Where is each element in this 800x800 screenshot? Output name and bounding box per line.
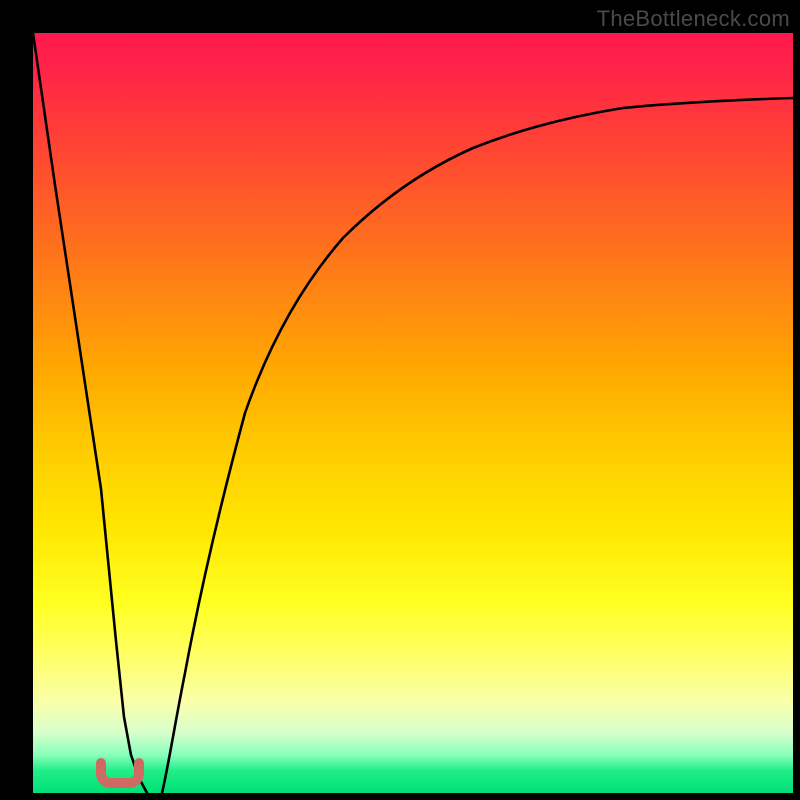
watermark-text: TheBottleneck.com [597, 6, 790, 32]
curve-layer [33, 33, 793, 793]
right-branch-curve [162, 98, 793, 793]
chart-frame: TheBottleneck.com [0, 0, 800, 800]
left-branch-curve [33, 33, 147, 793]
